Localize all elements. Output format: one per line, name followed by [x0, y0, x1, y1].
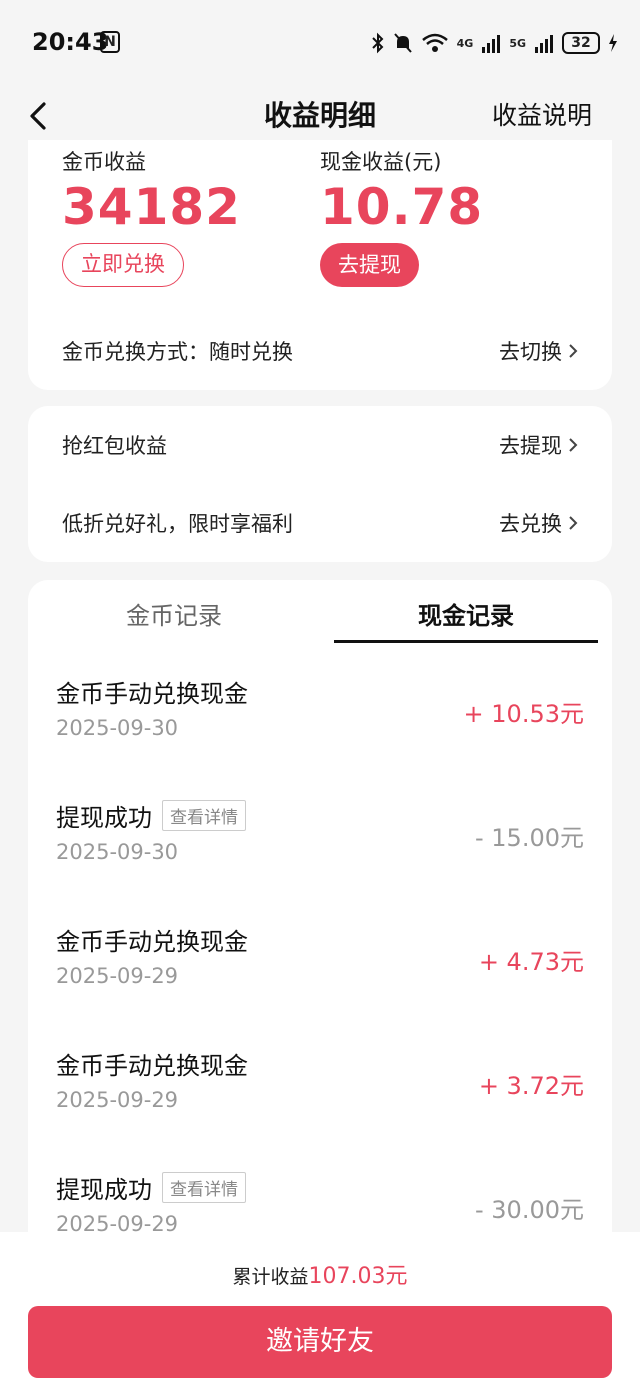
exchange-mode-row[interactable]: 金币兑换方式：随时兑换 去切换 [62, 336, 578, 366]
record-date: 2025-09-29 [56, 964, 179, 988]
exchange-now-button[interactable]: 立即兑换 [62, 243, 184, 287]
total-earnings-value: 107.03元 [308, 1264, 408, 1289]
battery-icon: 32 [562, 32, 600, 54]
red-packet-withdraw-link[interactable]: 去提现 [499, 430, 578, 460]
record-title-text: 提现成功 [56, 804, 152, 832]
network-4g-label: 4G [456, 36, 474, 50]
record-title: 金币手动兑换现金 [56, 674, 248, 709]
record-title-text: 金币手动兑换现金 [56, 680, 248, 708]
links-card: 抢红包收益 去提现 低折兑好礼，限时享福利 去兑换 [28, 406, 612, 562]
switch-mode-label: 去切换 [499, 340, 562, 364]
signal-icon-2 [535, 35, 553, 53]
record-amount: + 3.72元 [478, 1072, 584, 1100]
invite-friends-button[interactable]: 邀请好友 [28, 1306, 612, 1378]
cash-earnings-value: 10.78 [320, 178, 484, 236]
view-details-button[interactable]: 查看详情 [162, 800, 246, 831]
record-title-text: 提现成功 [56, 1176, 152, 1204]
bluetooth-icon [371, 32, 384, 54]
list-item: 提现成功 查看详情 2025-09-30 - 15.00元 [56, 798, 584, 898]
mute-bell-icon [393, 33, 412, 53]
record-date: 2025-09-30 [56, 840, 179, 864]
cash-earnings-label: 现金收益(元) [320, 150, 442, 174]
chevron-right-icon [569, 516, 578, 530]
record-title: 提现成功 查看详情 [56, 798, 246, 833]
red-packet-label: 抢红包收益 [62, 434, 167, 458]
tab-coin-records[interactable]: 金币记录 [42, 596, 306, 631]
red-packet-row[interactable]: 抢红包收益 去提现 [62, 430, 578, 460]
status-bar: 20:43 N 4G 5G 32 [0, 0, 640, 86]
record-title-text: 金币手动兑换现金 [56, 1052, 248, 1080]
coin-earnings-label: 金币收益 [62, 150, 146, 174]
list-item: 金币手动兑换现金 2025-09-30 + 10.53元 [56, 674, 584, 774]
record-amount: - 30.00元 [475, 1196, 584, 1224]
list-item: 金币手动兑换现金 2025-09-29 + 4.73元 [56, 922, 584, 1022]
coin-earnings: 金币收益 34182 [62, 146, 241, 236]
view-details-button[interactable]: 查看详情 [162, 1172, 246, 1203]
total-earnings: 累计收益107.03元 [0, 1258, 640, 1290]
discount-gift-exchange-link[interactable]: 去兑换 [499, 508, 578, 538]
bottom-bar: 累计收益107.03元 邀请好友 [0, 1232, 640, 1400]
tab-cash-records[interactable]: 现金记录 [334, 596, 598, 631]
record-amount: + 4.73元 [478, 948, 584, 976]
record-title-text: 金币手动兑换现金 [56, 928, 248, 956]
discount-gift-action-label: 去兑换 [499, 512, 562, 536]
red-packet-action-label: 去提现 [499, 434, 562, 458]
earnings-help-link[interactable]: 收益说明 [492, 96, 592, 132]
chevron-right-icon [569, 344, 578, 358]
status-time: 20:43 [32, 28, 109, 56]
cash-earnings: 现金收益(元) 10.78 [320, 146, 483, 236]
record-title: 金币手动兑换现金 [56, 1046, 248, 1081]
record-date: 2025-09-29 [56, 1088, 179, 1112]
back-arrow-icon[interactable] [26, 94, 54, 138]
network-5g-label: 5G [509, 36, 526, 50]
status-icons: 4G 5G 32 [371, 28, 618, 58]
switch-mode-link[interactable]: 去切换 [499, 336, 578, 366]
chevron-right-icon [569, 438, 578, 452]
active-tab-indicator [334, 640, 598, 643]
nfc-icon: N [100, 31, 120, 53]
record-title: 提现成功 查看详情 [56, 1170, 246, 1205]
list-item: 金币手动兑换现金 2025-09-29 + 3.72元 [56, 1046, 584, 1146]
record-amount: + 10.53元 [463, 700, 584, 728]
wifi-icon [421, 33, 448, 52]
record-amount: - 15.00元 [475, 824, 584, 852]
header: 收益明细 收益说明 [0, 86, 640, 146]
coin-earnings-value: 34182 [62, 178, 241, 236]
signal-icon [482, 35, 501, 53]
earnings-summary-card: 金币收益 34182 立即兑换 现金收益(元) 10.78 去提现 金币兑换方式… [28, 140, 612, 390]
record-title: 金币手动兑换现金 [56, 922, 248, 957]
discount-gift-label: 低折兑好礼，限时享福利 [62, 512, 293, 536]
record-date: 2025-09-30 [56, 716, 179, 740]
records-card: 金币记录 现金记录 金币手动兑换现金 2025-09-30 + 10.53元 提… [28, 580, 612, 1280]
total-earnings-label: 累计收益 [232, 1266, 309, 1288]
charging-icon [609, 34, 617, 52]
withdraw-button[interactable]: 去提现 [320, 243, 419, 287]
exchange-mode-label: 金币兑换方式：随时兑换 [62, 340, 293, 364]
discount-gift-row[interactable]: 低折兑好礼，限时享福利 去兑换 [62, 508, 578, 538]
